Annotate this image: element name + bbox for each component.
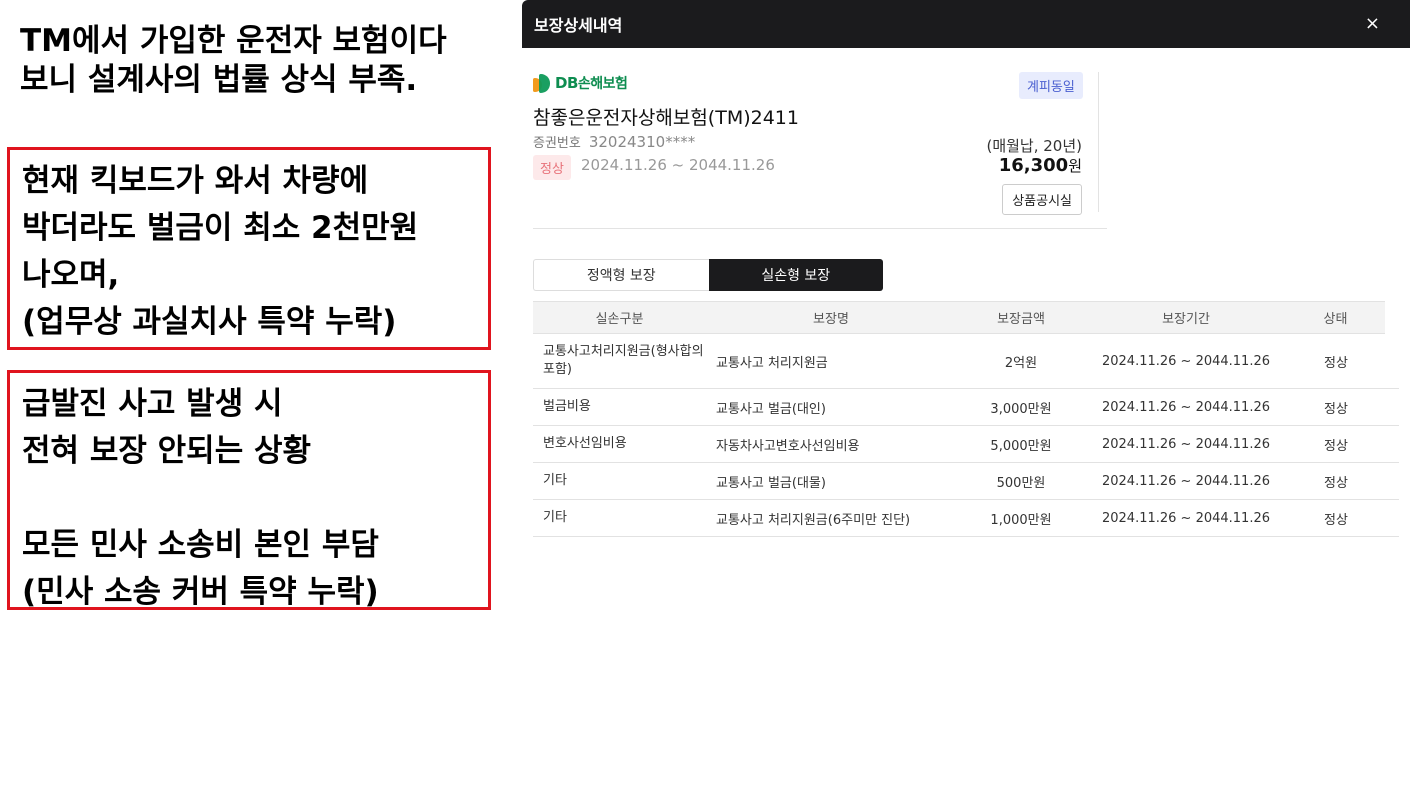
insurer-logo: DB손해보험 bbox=[533, 72, 628, 94]
premium-amount: 16,300원 bbox=[999, 155, 1082, 176]
cell-coverage-name: 자동차사고변호사선임비용 bbox=[716, 438, 860, 454]
cell-status: 정상 bbox=[1324, 512, 1348, 528]
cell-coverage-name: 교통사고 벌금(대인) bbox=[716, 401, 826, 417]
tab-indemnity-coverage[interactable]: 실손형 보장 bbox=[708, 259, 883, 291]
cell-coverage-name: 교통사고 처리지원금 bbox=[716, 355, 828, 371]
cell-category: 벌금비용 bbox=[543, 399, 591, 414]
header-coverage-name: 보장명 bbox=[813, 312, 849, 327]
cell-category: 변호사선임비용 bbox=[543, 436, 627, 451]
card-divider bbox=[1098, 72, 1099, 212]
annotation-title: TM에서 가입한 운전자 보험이다 보니 설계사의 법률 상식 부족. bbox=[20, 23, 447, 98]
policy-card: DB손해보험 계피동일 참좋은운전자상해보험(TM)2411 증권번호 32024… bbox=[533, 60, 1107, 229]
annotation-box-fine: 현재 킥보드가 와서 차량에 박더라도 벌금이 최소 2천만원 나오며, (업무… bbox=[7, 147, 491, 350]
table-header: 실손구분 보장명 보장금액 보장기간 상태 bbox=[533, 301, 1385, 334]
cell-amount: 1,000만원 bbox=[990, 512, 1052, 528]
annotation-box-civil: 급발진 사고 발생 시 전혀 보장 안되는 상황 모든 민사 소송비 본인 부담… bbox=[7, 370, 491, 610]
cell-status: 정상 bbox=[1324, 355, 1348, 371]
table-row: 기타 교통사고 처리지원금(6주미만 진단) 1,000만원 2024.11.2… bbox=[533, 500, 1399, 537]
cell-period: 2024.11.26 ~ 2044.11.26 bbox=[1101, 399, 1271, 415]
cell-amount: 500만원 bbox=[996, 475, 1046, 491]
header-period: 보장기간 bbox=[1162, 312, 1210, 327]
cell-coverage-name: 교통사고 벌금(대물) bbox=[716, 475, 826, 491]
cell-category: 기타 bbox=[543, 510, 567, 525]
cell-period: 2024.11.26 ~ 2044.11.26 bbox=[1101, 353, 1271, 369]
premium-value: 16,300 bbox=[998, 155, 1069, 176]
coverage-detail-modal: 보장상세내역 × DB손해보험 계피동일 참좋은운전자상해보험(TM)2411 … bbox=[522, 0, 1410, 809]
header-status: 상태 bbox=[1323, 312, 1348, 327]
header-category: 실손구분 bbox=[595, 312, 644, 327]
status-badge: 정상 bbox=[533, 155, 571, 180]
table-row: 벌금비용 교통사고 벌금(대인) 3,000만원 2024.11.26 ~ 20… bbox=[533, 389, 1399, 426]
cell-category: 교통사고처리지원금(형사합의포함) bbox=[543, 344, 704, 377]
header-amount: 보장금액 bbox=[997, 312, 1045, 327]
cell-status: 정상 bbox=[1324, 475, 1348, 491]
product-disclosure-button[interactable]: 상품공시실 bbox=[1002, 184, 1082, 215]
cell-status: 정상 bbox=[1324, 438, 1348, 454]
cell-status: 정상 bbox=[1324, 401, 1348, 417]
table-row: 변호사선임비용 자동차사고변호사선임비용 5,000만원 2024.11.26 … bbox=[533, 426, 1399, 463]
renew-badge: 계피동일 bbox=[1019, 72, 1083, 99]
cell-coverage-name: 교통사고 처리지원금(6주미만 진단) bbox=[716, 512, 911, 528]
tab-fixed-coverage[interactable]: 정액형 보장 bbox=[533, 259, 709, 291]
cell-period: 2024.11.26 ~ 2044.11.26 bbox=[1101, 436, 1271, 452]
payment-info: (매월납, 20년) bbox=[986, 137, 1082, 155]
cell-period: 2024.11.26 ~ 2044.11.26 bbox=[1101, 510, 1271, 526]
insurer-logo-icon bbox=[533, 72, 553, 94]
product-name: 참좋은운전자상해보험(TM)2411 bbox=[533, 107, 799, 129]
modal-title: 보장상세내역 bbox=[534, 16, 623, 35]
cell-amount: 3,000만원 bbox=[990, 401, 1052, 417]
logo-name-text: 손해보험 bbox=[577, 76, 628, 92]
policy-number: 증권번호 32024310**** bbox=[533, 132, 695, 151]
table-row: 기타 교통사고 벌금(대물) 500만원 2024.11.26 ~ 2044.1… bbox=[533, 463, 1399, 500]
premium-unit: 원 bbox=[1068, 157, 1082, 175]
coverage-table: 실손구분 보장명 보장금액 보장기간 상태 교통사고처리지원금(형사합의포함) … bbox=[533, 301, 1399, 537]
modal-header: 보장상세내역 × bbox=[522, 0, 1410, 48]
cell-amount: 5,000만원 bbox=[990, 438, 1052, 454]
coverage-tabs: 정액형 보장 실손형 보장 bbox=[533, 259, 883, 291]
policy-number-label: 증권번호 bbox=[533, 136, 581, 151]
table-row: 교통사고처리지원금(형사합의포함) 교통사고 처리지원금 2억원 2024.11… bbox=[533, 334, 1399, 389]
cell-category: 기타 bbox=[543, 473, 567, 488]
cell-amount: 2억원 bbox=[1004, 355, 1038, 371]
policy-number-value: 32024310**** bbox=[588, 133, 696, 151]
cell-period: 2024.11.26 ~ 2044.11.26 bbox=[1101, 473, 1271, 489]
policy-period: 2024.11.26 ~ 2044.11.26 bbox=[581, 156, 775, 174]
close-icon[interactable]: × bbox=[1365, 15, 1380, 33]
logo-db-text: DB bbox=[555, 74, 578, 92]
